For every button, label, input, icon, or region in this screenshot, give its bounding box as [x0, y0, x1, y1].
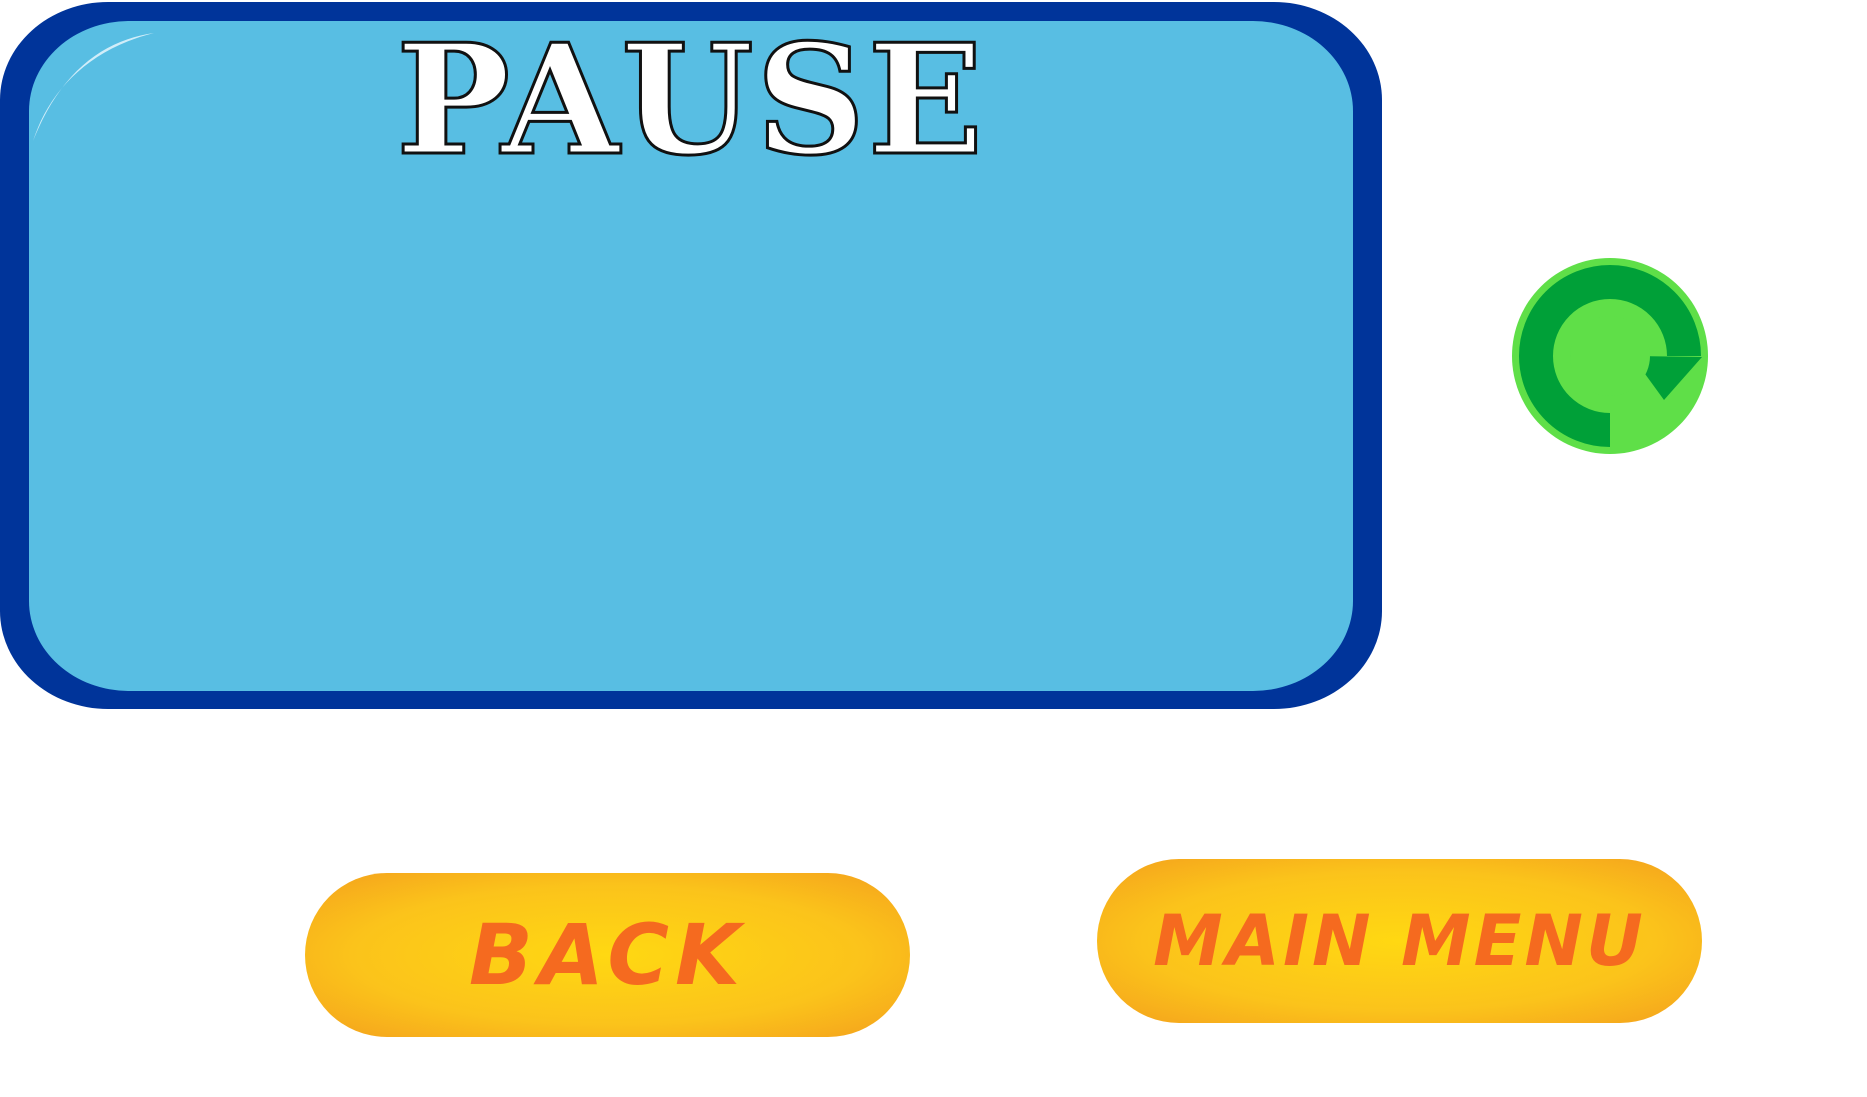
restart-button[interactable]: [1512, 258, 1708, 454]
gloss-highlight: [33, 33, 154, 141]
back-button[interactable]: BACK: [305, 873, 910, 1037]
pause-title: PAUSE: [395, 10, 986, 189]
restart-arrow-icon: [1512, 258, 1708, 454]
main-menu-button[interactable]: MAIN MENU: [1097, 859, 1702, 1023]
